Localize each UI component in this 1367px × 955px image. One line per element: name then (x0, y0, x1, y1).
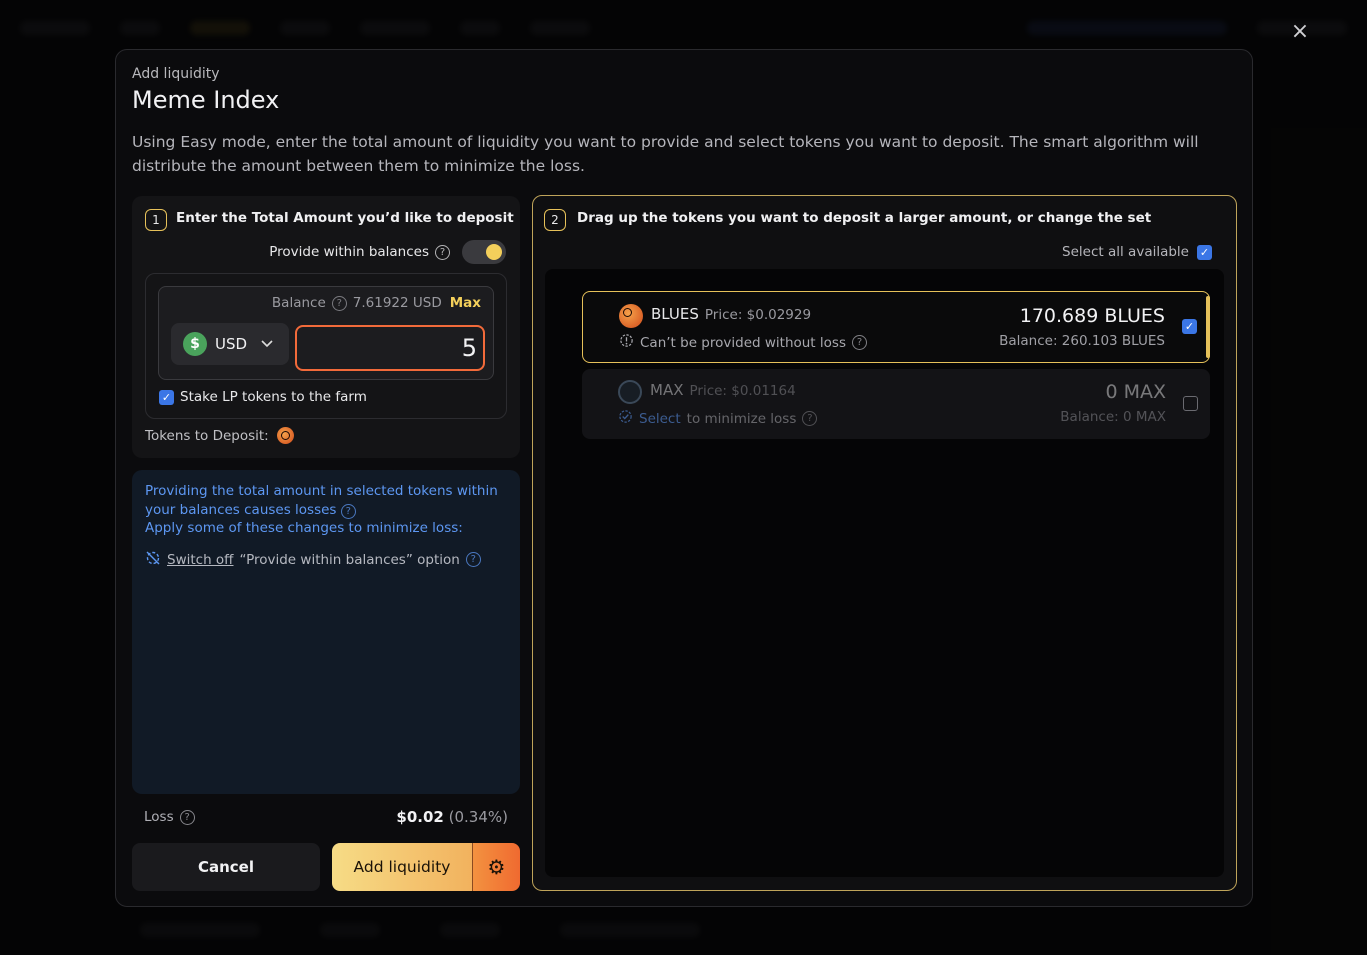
loss-value: $0.02 (396, 808, 444, 826)
step2-title: Drag up the tokens you want to deposit a… (577, 210, 1152, 226)
loss-info-text: Providing the total amount in selected t… (145, 482, 507, 538)
help-icon[interactable]: ? (851, 335, 867, 350)
close-icon[interactable]: × (1288, 20, 1312, 44)
tokens-to-deposit-row: Tokens to Deposit: (145, 427, 294, 444)
max-token-icon (618, 380, 642, 404)
switch-off-text: “Provide within balances” option (239, 551, 460, 568)
step1-badge: 1 (145, 209, 167, 231)
cancel-button[interactable]: Cancel (132, 843, 320, 891)
loss-info-line2: Apply some of these changes to minimize … (145, 520, 463, 536)
currency-label: USD (215, 335, 248, 353)
loss-info-line1: Providing the total amount in selected t… (145, 483, 498, 518)
stake-lp-checkbox[interactable]: ✓ (159, 389, 174, 405)
check-circle-icon (618, 409, 633, 428)
provide-within-balances-row: Provide within balances ? (269, 240, 506, 264)
step2-badge: 2 (544, 209, 566, 231)
token-note-text: Can’t be provided without loss (640, 334, 846, 351)
amount-input[interactable] (295, 325, 485, 371)
provide-within-toggle[interactable] (462, 240, 506, 264)
token-balance: Balance: 0 MAX (1060, 409, 1166, 425)
token-card-blues[interactable]: BLUES Price: $0.02929 Can’t be provided w… (582, 291, 1210, 363)
token-symbol: MAX (650, 381, 684, 399)
tokens-to-deposit-label: Tokens to Deposit: (145, 427, 269, 444)
step1-panel: 1 Enter the Total Amount you’d like to d… (132, 196, 520, 458)
toggle-knob (486, 244, 502, 260)
token-note: Can’t be provided without loss ? (619, 333, 867, 352)
token-checkbox[interactable]: ✓ (1182, 319, 1197, 334)
token-note: Select to minimize loss ? (618, 409, 818, 428)
token-symbol: BLUES (651, 305, 699, 323)
add-liquidity-button[interactable]: Add liquidity (332, 843, 472, 891)
loss-label: Loss (144, 809, 174, 825)
stake-lp-label: Stake LP tokens to the farm (180, 389, 367, 405)
switch-off-suggestion: Switch off “Provide within balances” opt… (145, 550, 507, 570)
token-card-max[interactable]: MAX Price: $0.01164 Select to minimize lo… (582, 369, 1210, 439)
balance-row: Balance ? 7.61922 USD Max (272, 295, 481, 311)
help-icon[interactable]: ? (802, 411, 818, 426)
usd-coin-icon: $ (183, 332, 207, 356)
eye-off-icon (145, 550, 161, 570)
amount-box: Balance ? 7.61922 USD Max $ USD ✓ Stake … (145, 273, 507, 419)
token-note-text: to minimize loss (686, 410, 797, 427)
select-all-checkbox[interactable]: ✓ (1197, 244, 1212, 260)
provide-within-label: Provide within balances (269, 244, 429, 260)
token-price: Price: $0.02929 (704, 307, 812, 323)
balance-value: 7.61922 USD (352, 295, 442, 311)
select-all-row[interactable]: Select all available ✓ (1062, 244, 1212, 260)
max-button[interactable]: Max (450, 295, 481, 311)
modal-subtitle: Add liquidity (132, 66, 220, 82)
help-icon[interactable]: ? (331, 295, 347, 311)
warning-icon (619, 333, 634, 352)
add-liquidity-button-group: Add liquidity ⚙ (332, 843, 520, 891)
token-amount: 170.689 BLUES (1019, 305, 1165, 327)
token-amount: 0 MAX (1105, 381, 1166, 403)
help-icon[interactable]: ? (340, 503, 356, 519)
currency-select[interactable]: $ USD (171, 323, 289, 365)
modal-title: Meme Index (132, 86, 280, 114)
loss-row: Loss ? $0.02 (0.34%) (144, 808, 508, 826)
token-list: BLUES Price: $0.02929 Can’t be provided w… (545, 269, 1224, 877)
switch-off-link[interactable]: Switch off (167, 552, 234, 568)
step1-title: Enter the Total Amount you’d like to dep… (176, 210, 514, 226)
token-name-row: BLUES Price: $0.02929 (651, 305, 811, 323)
stake-lp-row[interactable]: ✓ Stake LP tokens to the farm (159, 389, 367, 405)
token-balance: Balance: 260.103 BLUES (999, 333, 1165, 349)
loss-percent: (0.34%) (448, 808, 508, 826)
select-link[interactable]: Select (639, 411, 681, 427)
add-liquidity-modal: Add liquidity Meme Index Using Easy mode… (115, 49, 1253, 907)
step2-panel: 2 Drag up the tokens you want to deposit… (532, 195, 1237, 891)
balance-label: Balance (271, 295, 326, 311)
loss-label-group: Loss ? (144, 809, 195, 825)
help-icon[interactable]: ? (179, 809, 195, 825)
select-all-label: Select all available (1062, 244, 1189, 260)
loss-info-panel: Providing the total amount in selected t… (132, 470, 520, 794)
modal-description: Using Easy mode, enter the total amount … (132, 133, 1199, 175)
help-icon[interactable]: ? (435, 244, 450, 260)
amount-input-container: Balance ? 7.61922 USD Max $ USD (158, 286, 494, 380)
gear-icon[interactable]: ⚙ (472, 843, 520, 891)
blues-token-icon (619, 304, 643, 328)
help-icon[interactable]: ? (465, 552, 481, 567)
token-name-row: MAX Price: $0.01164 (650, 381, 796, 399)
blues-token-icon (276, 427, 294, 444)
token-checkbox[interactable] (1183, 396, 1198, 411)
loss-value-group: $0.02 (0.34%) (396, 808, 508, 826)
token-price: Price: $0.01164 (689, 383, 796, 399)
chevron-down-icon (261, 337, 273, 351)
